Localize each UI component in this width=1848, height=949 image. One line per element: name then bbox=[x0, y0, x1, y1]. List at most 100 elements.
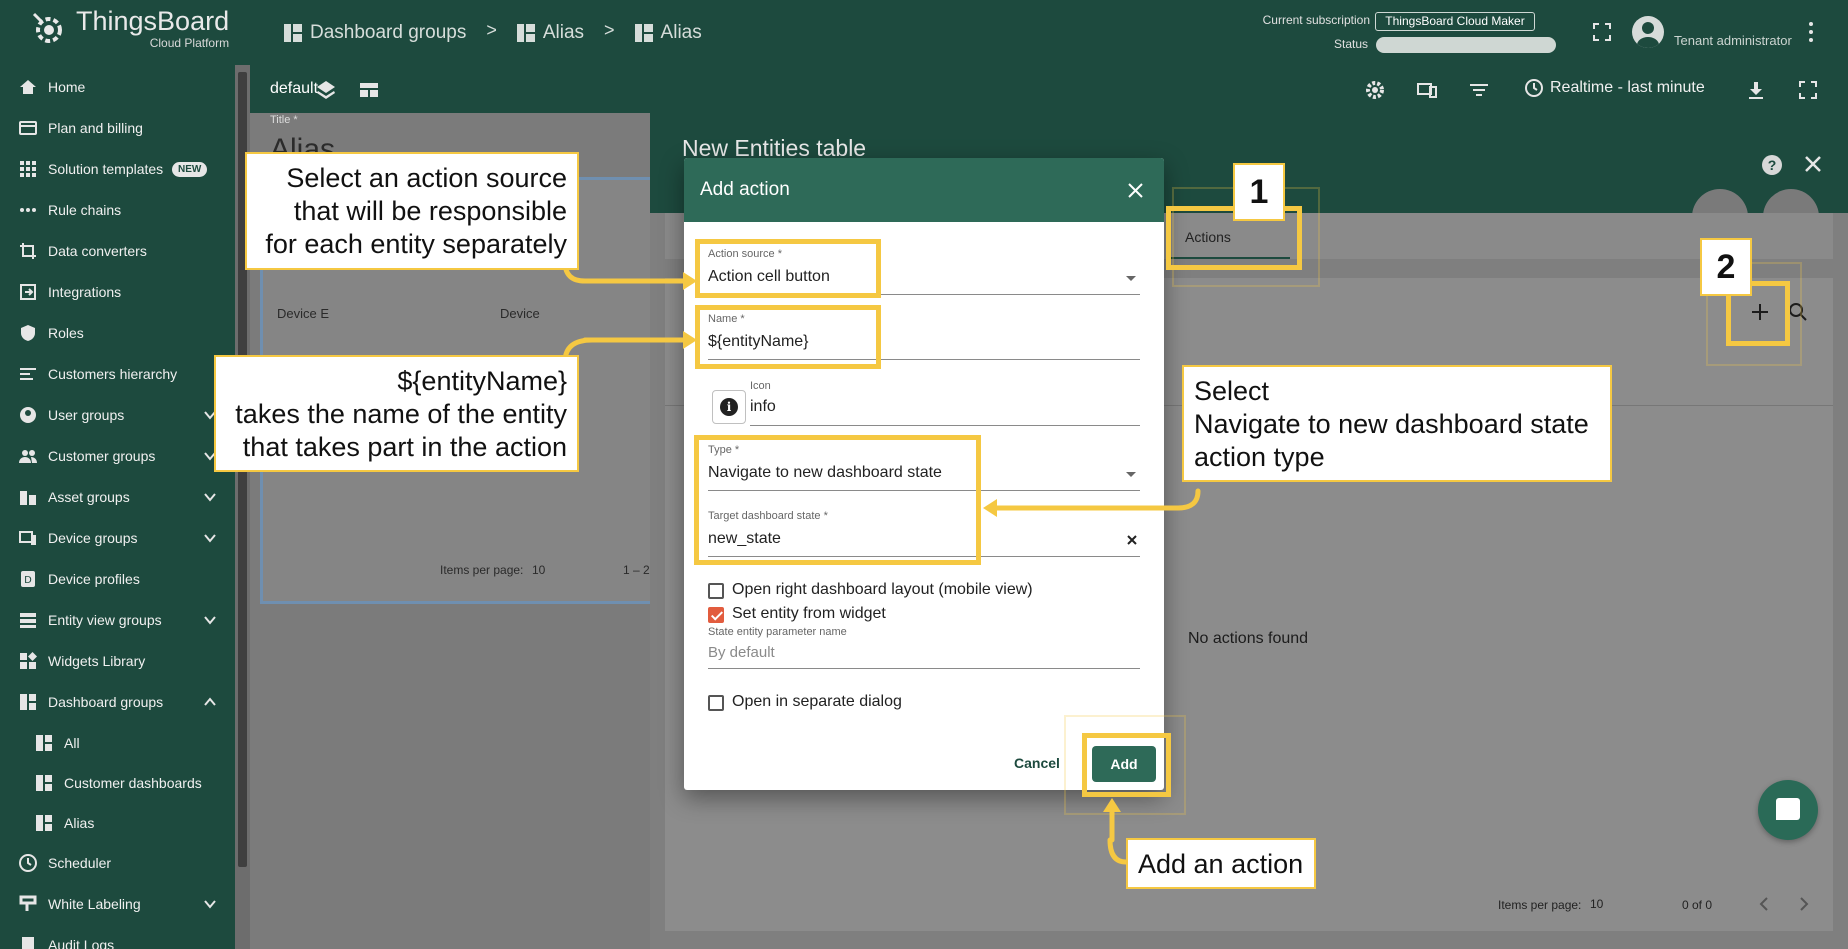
set-entity-checkbox[interactable] bbox=[708, 607, 724, 623]
sidebar-item-widgets-library[interactable]: Widgets Library bbox=[0, 641, 235, 681]
info-icon: i bbox=[720, 398, 738, 416]
sidebar-item-integrations[interactable]: Integrations bbox=[0, 272, 235, 312]
asset-icon bbox=[20, 491, 36, 505]
close-icon[interactable] bbox=[1127, 182, 1144, 199]
integration-icon bbox=[20, 284, 36, 300]
items-per-page-label: Items per page: bbox=[1498, 898, 1582, 912]
dashboard-icon bbox=[516, 23, 535, 42]
breadcrumb-separator: > bbox=[604, 20, 615, 40]
top-bar: ThingsBoard Cloud Platform Dashboard gro… bbox=[0, 0, 1848, 65]
sidebar-item-label: Home bbox=[48, 79, 86, 95]
chat-button[interactable] bbox=[1758, 780, 1818, 840]
dashboard-icon bbox=[20, 694, 36, 710]
layout-icon[interactable] bbox=[358, 79, 380, 101]
state-entity-param-input[interactable]: State entity parameter name By default bbox=[708, 626, 1140, 676]
sidebar-item-label: Alias bbox=[64, 815, 95, 831]
user-role: Tenant administrator bbox=[1674, 33, 1792, 48]
sidebar-item-data-converters[interactable]: Data converters bbox=[0, 231, 235, 271]
status-bar bbox=[1376, 37, 1556, 53]
clock-icon bbox=[19, 854, 37, 872]
new-badge: NEW bbox=[172, 161, 208, 177]
caret-down-icon bbox=[1126, 472, 1136, 477]
sidebar-item-white-labeling[interactable]: White Labeling bbox=[0, 884, 235, 924]
avatar[interactable] bbox=[1632, 16, 1664, 48]
sidebar-item-rule-chains[interactable]: Rule chains bbox=[0, 190, 235, 230]
separate-dialog-checkbox[interactable] bbox=[708, 695, 724, 711]
close-icon[interactable] bbox=[1803, 154, 1823, 174]
field-label: Icon bbox=[750, 380, 771, 392]
devices-icon[interactable] bbox=[1416, 79, 1438, 101]
sidebar-item-label: Dashboard groups bbox=[48, 694, 164, 710]
items-per-page-label: Items per page: bbox=[440, 563, 524, 577]
sidebar-item-dashboard-groups[interactable]: Dashboard groups bbox=[0, 682, 235, 722]
user-icon bbox=[20, 407, 36, 423]
sidebar-item-solution-templates[interactable]: Solution templates NEW bbox=[0, 149, 235, 189]
filter-icon[interactable] bbox=[1468, 79, 1490, 101]
breadcrumb-alias-dashboard[interactable]: Alias bbox=[634, 22, 702, 44]
chevron-left-icon[interactable] bbox=[1754, 894, 1774, 914]
caret-down-icon bbox=[1126, 276, 1136, 281]
chevron-down-icon[interactable] bbox=[203, 897, 217, 911]
icon-picker-button[interactable]: i bbox=[712, 390, 746, 424]
open-right-layout-checkbox[interactable] bbox=[708, 583, 724, 599]
sidebar-item-plan-and-billing[interactable]: Plan and billing bbox=[0, 108, 235, 148]
dashboard-toolbar: default Realtime - last minute bbox=[250, 65, 1848, 113]
home-icon bbox=[20, 80, 36, 94]
sidebar-item-customer-dashboards[interactable]: Customer dashboards bbox=[0, 763, 235, 803]
sidebar-item-device-profiles[interactable]: D Device profiles bbox=[0, 559, 235, 599]
sidebar-item-asset-groups[interactable]: Asset groups bbox=[0, 477, 235, 517]
group-icon bbox=[19, 450, 37, 463]
sidebar-item-label: Customers hierarchy bbox=[48, 366, 178, 382]
thingsboard-logo-icon bbox=[32, 12, 62, 43]
sidebar-item-label: Rule chains bbox=[48, 202, 122, 218]
dialog-title: Add action bbox=[700, 179, 790, 200]
dashboard-icon bbox=[36, 815, 52, 831]
download-icon[interactable] bbox=[1745, 79, 1767, 101]
hierarchy-icon bbox=[20, 368, 36, 380]
sidebar-item-all[interactable]: All bbox=[0, 723, 235, 763]
fullscreen-icon[interactable] bbox=[1592, 22, 1612, 42]
items-per-page-select[interactable]: 10 bbox=[1590, 897, 1603, 911]
breadcrumb-dashboard-groups[interactable]: Dashboard groups bbox=[284, 22, 466, 44]
sidebar-item-alias[interactable]: Alias bbox=[0, 803, 235, 843]
chevron-up-icon[interactable] bbox=[203, 695, 217, 709]
sidebar-item-home[interactable]: Home bbox=[0, 67, 235, 107]
table-column-header: Device bbox=[500, 306, 540, 321]
sidebar-item-customer-groups[interactable]: Customer groups bbox=[0, 436, 235, 476]
chevron-down-icon[interactable] bbox=[203, 531, 217, 545]
more-vert-icon[interactable] bbox=[1808, 22, 1814, 44]
dashboard-icon bbox=[36, 775, 52, 791]
sidebar-item-label: User groups bbox=[48, 407, 125, 423]
clear-icon[interactable] bbox=[1126, 534, 1138, 546]
callout-action-source: Select an action source that will be res… bbox=[245, 152, 579, 270]
chevron-right-icon[interactable] bbox=[1794, 894, 1814, 914]
sidebar-item-device-groups[interactable]: Device groups bbox=[0, 518, 235, 558]
clock-icon bbox=[1525, 79, 1543, 97]
settings-icon[interactable] bbox=[1364, 79, 1386, 101]
field-value: info bbox=[750, 398, 776, 415]
help-icon[interactable]: ? bbox=[1762, 155, 1782, 175]
sidebar-item-roles[interactable]: Roles bbox=[0, 313, 235, 353]
title-field-label: Title * bbox=[270, 114, 298, 126]
breadcrumb-alias-group[interactable]: Alias bbox=[516, 22, 584, 44]
sidebar: Home Plan and billing Solution templates NE… bbox=[0, 65, 235, 949]
thingsboard-logo[interactable]: ThingsBoard Cloud Platform bbox=[28, 8, 229, 50]
sidebar-item-user-groups[interactable]: User groups bbox=[0, 395, 235, 435]
sidebar-item-customers-hierarchy[interactable]: Customers hierarchy bbox=[0, 354, 235, 394]
fullscreen-icon[interactable] bbox=[1797, 79, 1819, 101]
sidebar-item-entity-view-groups[interactable]: Entity view groups bbox=[0, 600, 235, 640]
sidebar-item-scheduler[interactable]: Scheduler bbox=[0, 843, 235, 883]
callout-type: Select Navigate to new dashboard state a… bbox=[1182, 365, 1612, 482]
subscription-plan-badge[interactable]: ThingsBoard Cloud Maker bbox=[1375, 12, 1535, 31]
dashboard-icon bbox=[634, 23, 653, 42]
cancel-button[interactable]: Cancel bbox=[1014, 755, 1060, 771]
layers-icon[interactable] bbox=[315, 79, 337, 101]
chevron-down-icon[interactable] bbox=[203, 613, 217, 627]
timewindow-button[interactable]: Realtime - last minute bbox=[1524, 78, 1705, 98]
sidebar-item-audit-logs[interactable]: Audit Logs bbox=[0, 925, 235, 949]
chevron-down-icon[interactable] bbox=[203, 490, 217, 504]
items-per-page-select[interactable]: 10 bbox=[532, 563, 545, 577]
sidebar-item-label: Customer groups bbox=[48, 448, 156, 464]
rule-chain-icon bbox=[20, 208, 36, 212]
icon-input[interactable]: Icon info bbox=[750, 380, 1140, 430]
